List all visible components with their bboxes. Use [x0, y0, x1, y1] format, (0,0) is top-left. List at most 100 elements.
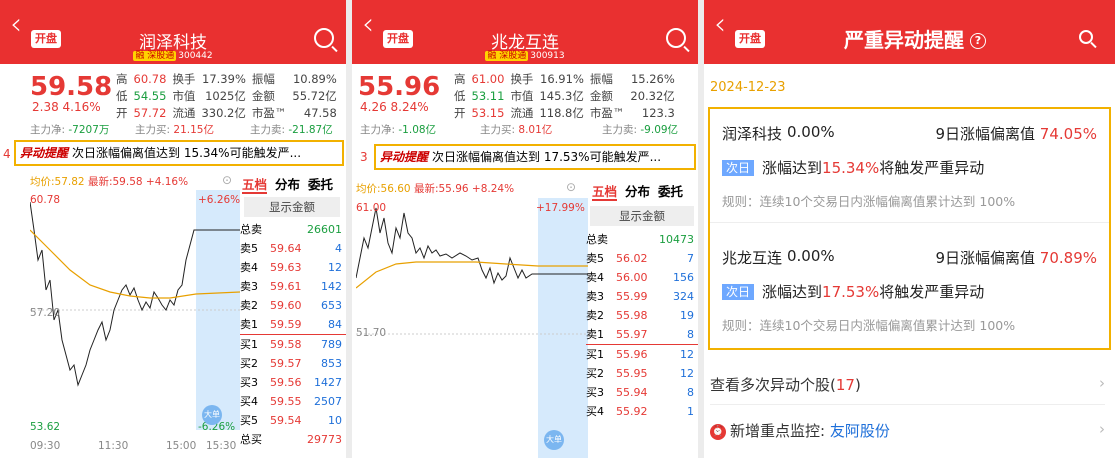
buy-level-row[interactable]: 买4 59.55 2507: [240, 392, 346, 411]
level-volume: 12: [680, 348, 694, 361]
buy-level-row[interactable]: 买2 59.57 853: [240, 354, 346, 373]
quote-label: 金额: [589, 89, 613, 103]
monitor-stock[interactable]: 友阿股份: [830, 422, 890, 440]
flow-buy: 主力买: 8.01亿: [480, 122, 552, 137]
level-volume: 8: [687, 328, 694, 341]
level-price: 59.56: [270, 376, 302, 389]
level-volume: 853: [321, 357, 342, 370]
x-tick: 15:30: [206, 440, 237, 452]
settings-icon[interactable]: ⊙: [222, 173, 232, 187]
total-buy-label: 总买: [240, 433, 262, 446]
show-amount-button[interactable]: 显示金额: [244, 197, 340, 217]
alert-banner[interactable]: 异动提醒 次日涨幅偏离值达到 17.53%可能触发严...: [374, 144, 696, 170]
level-label: 买4: [586, 405, 604, 418]
search-icon[interactable]: [314, 28, 334, 48]
quote-row: 低 53.11 市值 145.3亿 金额 20.32亿: [452, 89, 677, 104]
buy-level-row[interactable]: 买3 55.94 8: [586, 383, 698, 402]
y-low: 53.62: [30, 421, 61, 433]
search-icon[interactable]: [666, 28, 686, 48]
sell-level-row[interactable]: 卖3 59.61 142: [240, 277, 346, 296]
card-deviation: 9日涨幅偏离值 70.89%: [935, 247, 1097, 268]
settings-icon[interactable]: ⊙: [566, 180, 576, 194]
dev-label: 9日涨幅偏离值: [935, 125, 1036, 143]
buy-level-row[interactable]: 买2 55.95 12: [586, 364, 698, 383]
change-pct: 8.24%: [390, 100, 429, 114]
quote-value: 123.3: [641, 106, 675, 120]
buy-level-row[interactable]: 买1 55.96 12: [586, 345, 698, 364]
total-sell-row: 总卖 10473: [586, 230, 698, 249]
sell-level-row[interactable]: 卖4 59.63 12: [240, 258, 346, 277]
back-chevron-icon[interactable]: ‹: [714, 10, 726, 40]
kaipan-badge[interactable]: 开盘: [735, 30, 765, 48]
sell-level-row[interactable]: 卖3 55.99 324: [586, 287, 698, 306]
flow-buy-label: 主力买:: [480, 124, 516, 136]
tab-orders[interactable]: 委托: [658, 184, 683, 199]
sell-level-row[interactable]: 卖5 59.64 4: [240, 239, 346, 258]
alert-card[interactable]: 兆龙互连 0.00% 9日涨幅偏离值 70.89% 次日 涨幅达到17.53%将触…: [722, 247, 1097, 347]
quote-value: 20.32亿: [630, 89, 675, 103]
more-close: ): [854, 376, 861, 394]
header: ‹ 开盘 润泽科技 融 深股通 300442: [0, 0, 346, 64]
big-order-button[interactable]: 大单: [202, 405, 222, 425]
buy-level-row[interactable]: 买4 55.92 1: [586, 402, 698, 421]
total-sell-value: 26601: [307, 223, 342, 236]
level-price: 55.92: [616, 405, 648, 418]
card-stock-name: 兆龙互连: [722, 249, 783, 267]
tab-distribution[interactable]: 分布: [625, 184, 650, 199]
alert-page: ‹ 开盘 严重异动提醒? 2024-12-23 润泽科技 0.00% 9日涨幅偏…: [704, 0, 1115, 458]
flow-net-label: 主力净:: [30, 124, 66, 136]
big-order-button[interactable]: 大单: [544, 430, 564, 450]
tab-orders[interactable]: 委托: [308, 177, 333, 192]
level-price: 59.61: [270, 280, 302, 293]
chevron-right-icon: ›: [1099, 420, 1105, 438]
alert-card[interactable]: 润泽科技 0.00% 9日涨幅偏离值 74.05% 次日 涨幅达到15.34%将触…: [722, 123, 1097, 223]
tab-distribution[interactable]: 分布: [275, 177, 300, 192]
quote-label: 高: [116, 72, 128, 86]
level-volume: 7: [687, 252, 694, 265]
level-label: 买4: [240, 395, 258, 408]
flow-sell-label: 主力卖:: [602, 124, 638, 136]
tab-five-levels[interactable]: 五档: [242, 177, 268, 194]
quote-grid: 高 61.00 换手 16.91% 振幅 15.26% 低 53.11 市值 145.3亿 金额 20…: [450, 70, 679, 123]
quote-row: 开 53.15 流通 118.8亿 市盈™ 123.3: [452, 106, 677, 121]
alert-banner[interactable]: 异动提醒 次日涨幅偏离值达到 15.34%可能触发严...: [14, 140, 344, 166]
level-label: 卖2: [586, 309, 604, 322]
sell-level-row[interactable]: 卖1 55.97 8: [586, 325, 698, 344]
orderbook-tabs: 五档 分布 委托: [592, 181, 691, 201]
quote-value: 145.3亿: [539, 89, 584, 103]
quote-label: 流通: [172, 106, 196, 120]
level-label: 卖3: [240, 280, 258, 293]
dev-value: 74.05%: [1039, 125, 1097, 143]
alarm-icon: ⏰: [710, 424, 726, 440]
flow-buy-value: 8.01亿: [518, 124, 553, 136]
sell-level-row[interactable]: 卖2 55.98 19: [586, 306, 698, 325]
chart-legend: 均价:56.60 最新:55.96 +8.24%: [356, 181, 514, 196]
quote-row: 开 57.72 流通 330.2亿 市盈™ 47.58: [114, 106, 339, 121]
monitor-row[interactable]: ⏰ 新增重点监控: 友阿股份 ›: [710, 420, 1105, 441]
tab-five-levels[interactable]: 五档: [592, 184, 618, 201]
buy-level-row[interactable]: 买1 59.58 789: [240, 335, 346, 354]
sell-level-row[interactable]: 卖4 56.00 156: [586, 268, 698, 287]
buy-level-row[interactable]: 买3 59.56 1427: [240, 373, 346, 392]
x-tick: 09:30: [30, 440, 61, 452]
sell-level-row[interactable]: 卖1 59.59 84: [240, 315, 346, 334]
trigger-value: 15.34%: [822, 159, 880, 177]
more-count: 17: [835, 376, 855, 394]
quote-value: 47.58: [303, 106, 337, 120]
level-label: 卖1: [586, 328, 604, 341]
level-price: 59.59: [270, 318, 302, 331]
sell-level-row[interactable]: 卖5 56.02 7: [586, 249, 698, 268]
info-circle-icon[interactable]: ?: [970, 33, 986, 49]
change-pct: 4.16%: [62, 100, 101, 114]
sell-level-row[interactable]: 卖2 59.60 653: [240, 296, 346, 315]
orderbook: 总卖 26601 卖5 59.64 4 卖4 59.63 12 卖3 59.61 142 卖2 59.6…: [240, 220, 346, 458]
flow-net: 主力净: -1.08亿: [360, 122, 436, 137]
buy-level-row[interactable]: 买5 59.54 10: [240, 411, 346, 430]
show-amount-button[interactable]: 显示金额: [590, 206, 694, 226]
alert-count: 3: [360, 150, 368, 164]
search-icon[interactable]: [1079, 30, 1093, 44]
level-label: 买3: [240, 376, 258, 389]
level-label: 卖4: [240, 261, 258, 274]
total-sell-row: 总卖 26601: [240, 220, 346, 239]
more-alerts-link[interactable]: 查看多次异动个股(17) ›: [710, 374, 1105, 395]
